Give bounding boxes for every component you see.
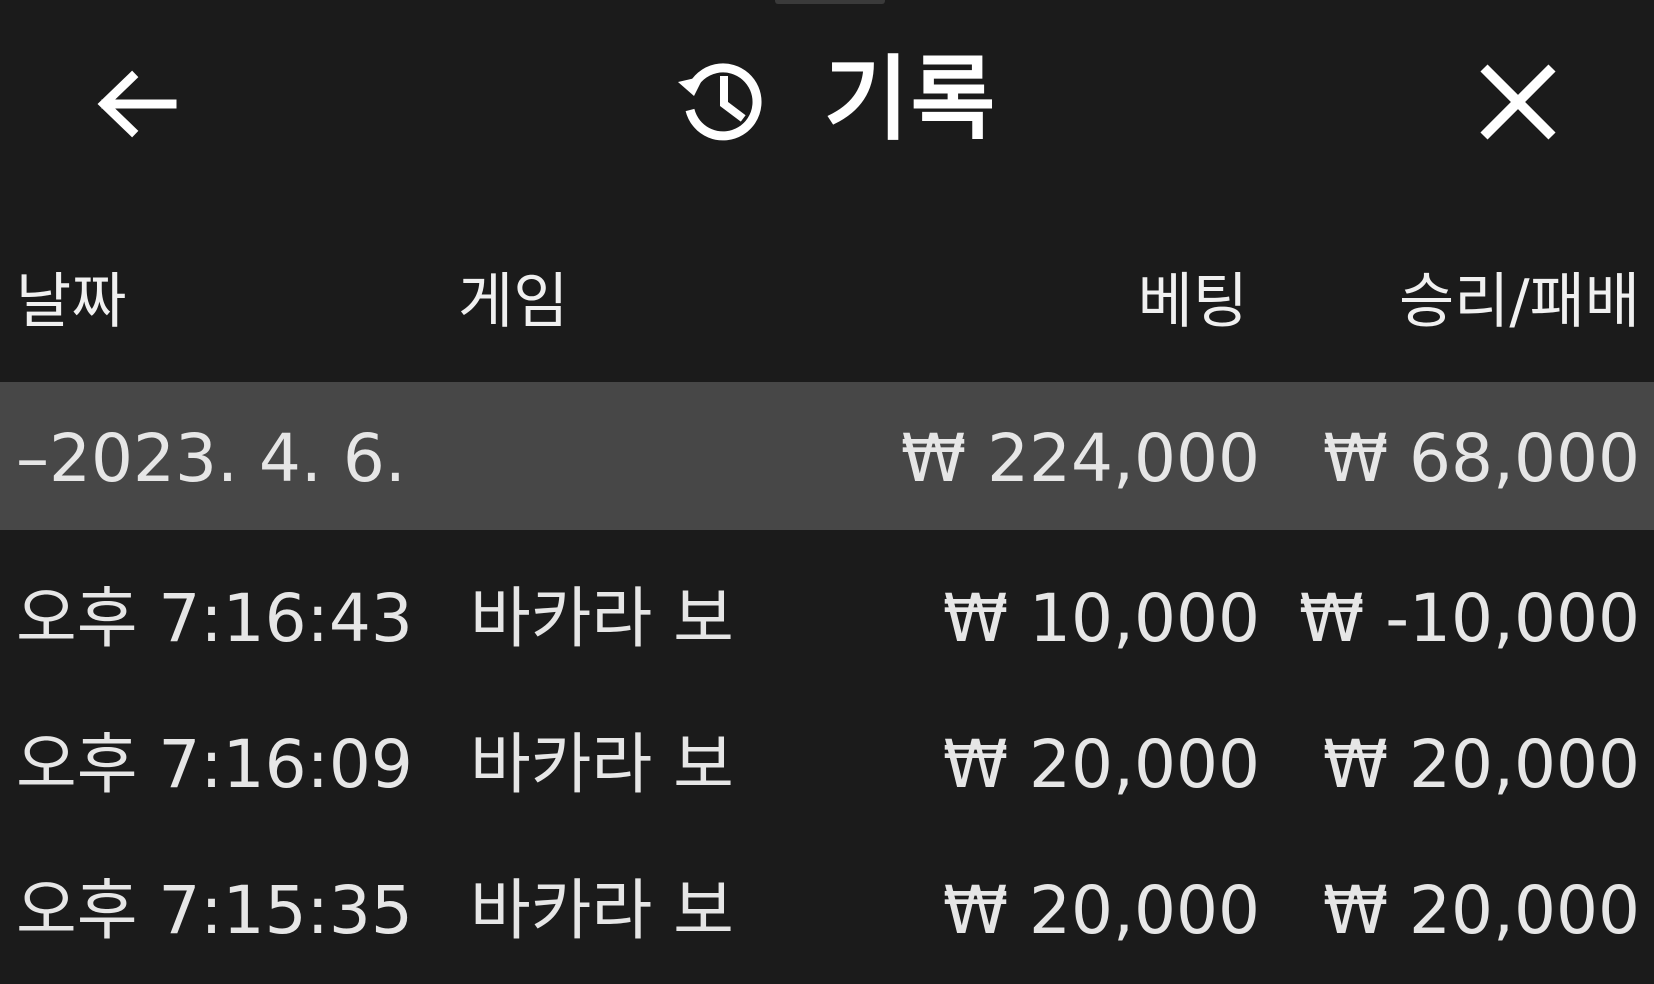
row-result: ₩ 20,000	[1322, 726, 1640, 803]
row-result: ₩ 20,000	[1322, 872, 1640, 949]
column-header-result[interactable]: 승리/패배	[1399, 272, 1640, 332]
row-game: 바카라 보	[470, 726, 734, 803]
row-time: 오후 7:16:43	[16, 580, 413, 657]
group-date: –2023. 4. 6.	[16, 420, 406, 497]
table-header: 날짜 게임 베팅 승리/패배	[0, 250, 1654, 360]
close-button[interactable]	[1468, 52, 1568, 152]
row-game: 바카라 보	[470, 872, 734, 949]
table-row[interactable]: 오후 7:16:09 바카라 보 ₩ 20,000 ₩ 20,000	[0, 692, 1654, 838]
column-header-bet[interactable]: 베팅	[1138, 272, 1248, 332]
header-bar: 기록	[0, 0, 1654, 200]
page-title-group: 기록	[672, 40, 997, 160]
row-bet: ₩ 10,000	[942, 580, 1260, 657]
row-time: 오후 7:15:35	[16, 872, 413, 949]
column-header-date[interactable]: 날짜	[16, 272, 126, 332]
history-clock-icon	[672, 52, 768, 148]
row-result: ₩ -10,000	[1299, 580, 1640, 657]
row-bet: ₩ 20,000	[942, 726, 1260, 803]
group-bet-total: ₩ 224,000	[900, 420, 1260, 497]
row-bet: ₩ 20,000	[942, 872, 1260, 949]
page-title: 기록	[824, 46, 998, 153]
back-button[interactable]	[88, 56, 184, 152]
close-icon	[1480, 64, 1556, 140]
table-row[interactable]: 오후 7:16:43 바카라 보 ₩ 10,000 ₩ -10,000	[0, 546, 1654, 692]
arrow-left-icon	[97, 70, 177, 138]
row-time: 오후 7:16:09	[16, 726, 413, 803]
column-header-game[interactable]: 게임	[458, 272, 568, 332]
history-screen: 기록 날짜 게임 베팅 승리/패배 –2023. 4. 6. ₩ 224,000…	[0, 0, 1654, 952]
table-row[interactable]: 오후 7:15:35 바카라 보 ₩ 20,000 ₩ 20,000	[0, 838, 1654, 984]
group-result-total: ₩ 68,000	[1322, 420, 1640, 497]
date-group-row[interactable]: –2023. 4. 6. ₩ 224,000 ₩ 68,000	[0, 382, 1654, 530]
row-game: 바카라 보	[470, 580, 734, 657]
